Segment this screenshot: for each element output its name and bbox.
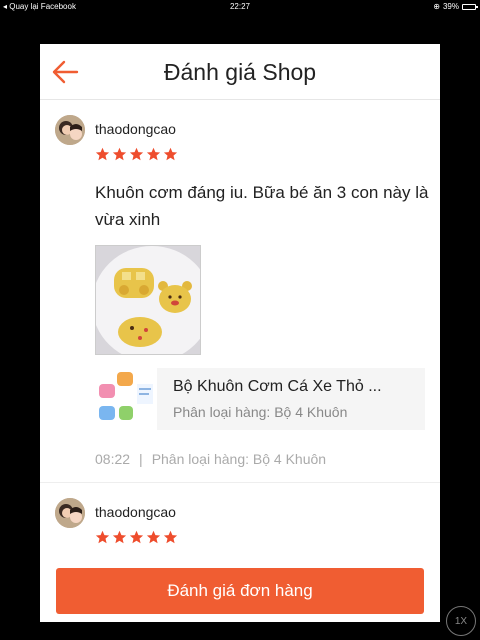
rate-order-button[interactable]: Đánh giá đơn hàng xyxy=(56,568,424,614)
page-header: Đánh giá Shop xyxy=(40,44,440,100)
review-item: thaodongcao xyxy=(40,490,440,570)
battery-status: ⊕ 39% xyxy=(433,2,478,11)
product-thumbnail xyxy=(95,368,157,430)
star-icon xyxy=(163,147,178,161)
status-time: 22:27 xyxy=(229,2,251,11)
star-icon xyxy=(146,530,161,544)
star-icon xyxy=(129,147,144,161)
footer-bar: Đánh giá đơn hàng xyxy=(40,560,440,622)
zoom-indicator[interactable]: 1X xyxy=(446,606,476,636)
product-card[interactable]: Bộ Khuôn Cơm Cá Xe Thỏ ... Phân loại hàn… xyxy=(95,368,425,430)
star-icon xyxy=(146,147,161,161)
review-comment: Khuôn cơm đáng iu. Bữa bé ăn 3 con này l… xyxy=(95,183,429,229)
reviewer-username[interactable]: thaodongcao xyxy=(95,504,176,520)
star-icon xyxy=(129,530,144,544)
product-name: Bộ Khuôn Cơm Cá Xe Thỏ ... xyxy=(173,378,382,395)
status-bar: ◂ Quay lại Facebook 22:27 ⊕ 39% xyxy=(0,0,480,14)
review-time: 08:22 xyxy=(95,451,131,467)
rotation-lock-icon: ⊕ xyxy=(433,2,440,11)
review-photo[interactable] xyxy=(95,245,201,355)
battery-percent: 39% xyxy=(442,2,459,11)
rating-stars xyxy=(95,530,178,545)
star-icon xyxy=(95,530,110,544)
app-window: Đánh giá Shop thaodongcao Khuôn cơm đáng… xyxy=(40,44,440,622)
review-meta: 08:22 | Phân loại hàng: Bộ 4 Khuôn xyxy=(95,451,326,467)
page-title: Đánh giá Shop xyxy=(163,59,317,85)
star-icon xyxy=(112,147,127,161)
meta-divider: | xyxy=(139,451,143,467)
avatar[interactable] xyxy=(55,115,85,145)
avatar[interactable] xyxy=(55,498,85,528)
product-variant: Phân loại hàng: Bộ 4 Khuôn xyxy=(173,404,348,420)
star-icon xyxy=(112,530,127,544)
review-item: thaodongcao Khuôn cơm đáng iu. Bữa bé ăn… xyxy=(40,101,440,483)
star-icon xyxy=(163,530,178,544)
star-icon xyxy=(95,147,110,161)
reviewer-username[interactable]: thaodongcao xyxy=(95,121,176,137)
battery-icon xyxy=(462,3,478,10)
review-divider xyxy=(40,483,440,490)
review-variant-meta: Phân loại hàng: Bộ 4 Khuôn xyxy=(151,451,327,467)
rating-stars xyxy=(95,147,178,162)
